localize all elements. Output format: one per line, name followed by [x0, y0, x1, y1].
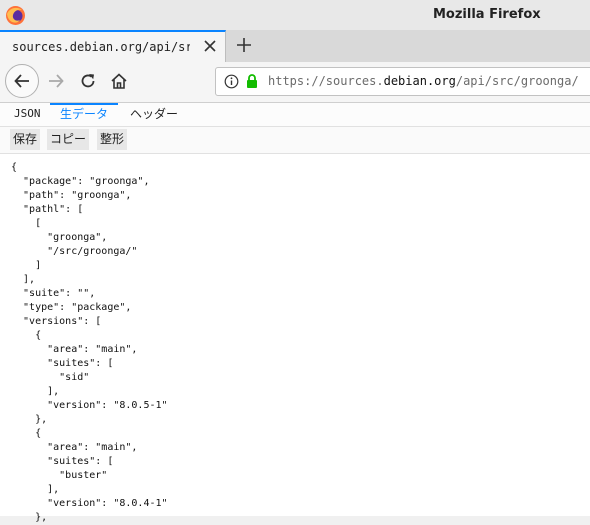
json-viewer: JSON 生データ ヘッダー 保存 コピー 整形 { "package": "g…: [0, 103, 590, 523]
browser-tab[interactable]: sources.debian.org/api/src/: [0, 30, 226, 62]
tab-strip: sources.debian.org/api/src/: [0, 30, 590, 62]
navigation-toolbar: https://sources.debian.org/api/src/groon…: [0, 62, 590, 103]
info-icon[interactable]: [224, 74, 239, 89]
address-bar[interactable]: https://sources.debian.org/api/src/groon…: [215, 67, 590, 96]
window-title: Mozilla Firefox: [433, 7, 541, 22]
url-domain: debian.org: [383, 74, 456, 88]
new-tab-icon[interactable]: [234, 35, 254, 55]
close-icon[interactable]: [201, 37, 219, 55]
back-arrow-icon: [14, 74, 29, 88]
home-icon[interactable]: [110, 72, 128, 90]
pretty-print-button[interactable]: 整形: [97, 129, 128, 150]
url-text: https://sources.debian.org/api/src/groon…: [268, 74, 579, 88]
viewer-tabs: JSON 生データ ヘッダー: [0, 103, 590, 127]
lock-icon[interactable]: [245, 73, 259, 89]
back-button[interactable]: [5, 64, 39, 98]
tab-json[interactable]: JSON: [14, 103, 41, 126]
title-bar: Mozilla Firefox: [0, 0, 590, 30]
raw-json-text: { "package": "groonga", "path": "groonga…: [11, 162, 168, 523]
firefox-logo-icon: [6, 6, 25, 25]
save-button[interactable]: 保存: [10, 129, 41, 150]
tab-raw-data[interactable]: 生データ: [50, 103, 118, 126]
raw-toolbar: 保存 コピー 整形: [0, 127, 590, 154]
tab-title: sources.debian.org/api/src/: [12, 40, 190, 54]
forward-arrow-icon[interactable]: [47, 72, 65, 90]
url-scheme: https://sources.: [268, 74, 384, 88]
url-path: /api/src/groonga/: [455, 74, 579, 88]
copy-button[interactable]: コピー: [47, 129, 90, 150]
tab-headers[interactable]: ヘッダー: [130, 103, 178, 126]
reload-icon[interactable]: [79, 72, 97, 90]
